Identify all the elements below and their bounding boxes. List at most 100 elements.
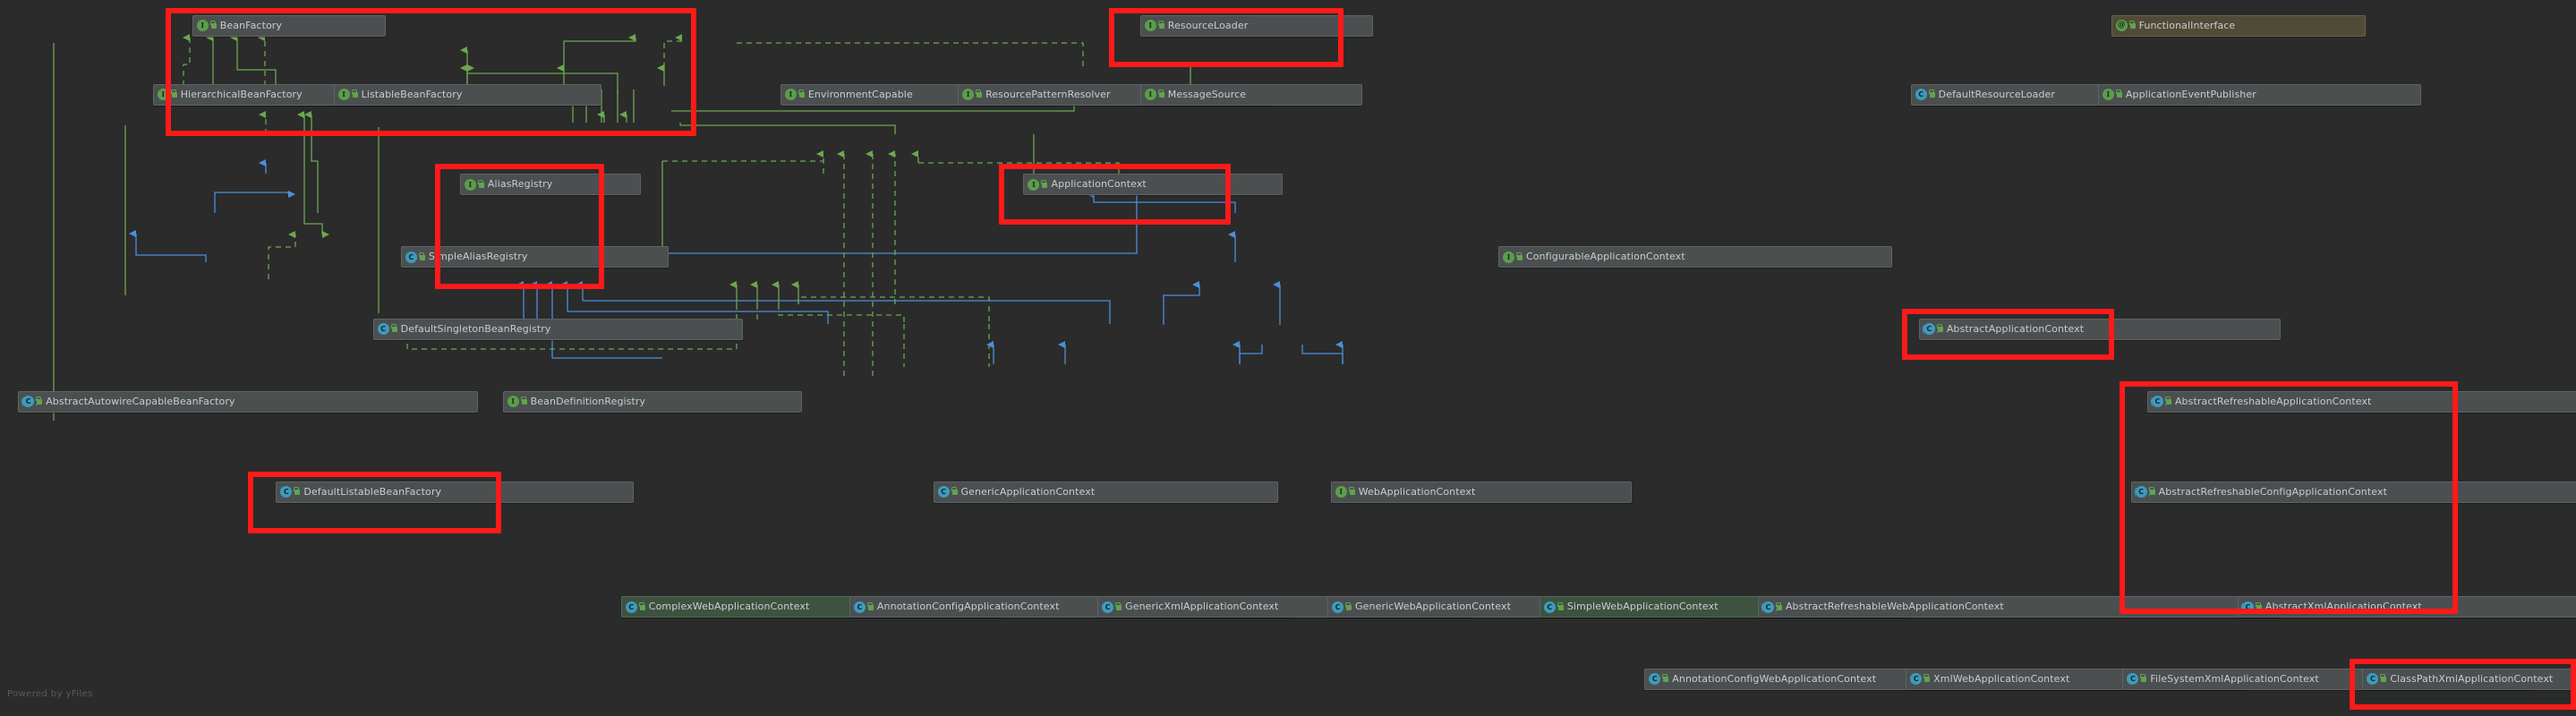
class-node-label: ClassPathXmlApplicationContext: [2390, 672, 2554, 685]
interface-icon: [507, 396, 519, 408]
class-node-label: HierarchicalBeanFactory: [180, 88, 303, 100]
class-node-label: BeanDefinitionRegistry: [530, 395, 646, 407]
class-node-AbstractRefreshableConfigApplicationContext[interactable]: AbstractRefreshableConfigApplicationCont…: [2130, 481, 2576, 503]
abstract-class-icon: [2134, 486, 2149, 499]
public-marker-icon: [2128, 20, 2137, 31]
public-marker-icon: [1157, 20, 1165, 31]
interface-icon: [2102, 89, 2114, 101]
public-marker-icon: [1114, 601, 1122, 613]
class-node-AbstractAutowireCapableBeanFactory[interactable]: AbstractAutowireCapableBeanFactory: [18, 390, 479, 413]
class-diagram-canvas[interactable]: BeanFactory HierarchicalBeanFactory Listab…: [0, 0, 2576, 716]
class-node-label: BeanFactory: [219, 19, 283, 31]
public-marker-icon: [1936, 323, 1944, 335]
public-marker-icon: [1344, 601, 1352, 613]
class-node-ClassPathXmlApplicationContext[interactable]: ClassPathXmlApplicationContext: [2362, 668, 2576, 690]
class-node-label: ResourcePatternResolver: [985, 88, 1111, 100]
public-marker-icon: [209, 20, 218, 31]
class-node-BeanFactory[interactable]: BeanFactory: [192, 14, 387, 37]
interface-icon: [1335, 486, 1347, 499]
class-icon: [2367, 673, 2379, 686]
class-node-DefaultListableBeanFactory[interactable]: DefaultListableBeanFactory: [276, 481, 635, 503]
class-icon: [377, 323, 389, 336]
class-icon: [1543, 601, 1556, 613]
interface-icon: [1144, 20, 1156, 31]
class-node-AbstractRefreshableWebApplicationContext[interactable]: AbstractRefreshableWebApplicationContext: [1757, 596, 2281, 618]
yfiles-watermark: Powered by yFiles: [7, 689, 93, 699]
public-marker-icon: [1661, 673, 1669, 685]
abstract-class-icon: [2150, 396, 2165, 408]
class-node-label: FunctionalInterface: [2138, 19, 2236, 31]
class-node-GenericApplicationContext[interactable]: GenericApplicationContext: [933, 481, 1278, 503]
public-marker-icon: [2139, 673, 2147, 685]
interface-icon: [464, 178, 476, 191]
class-node-AbstractXmlApplicationContext[interactable]: AbstractXmlApplicationContext: [2237, 596, 2576, 618]
public-marker-icon: [951, 486, 959, 498]
public-marker-icon: [1928, 89, 1936, 100]
interface-icon: [337, 89, 350, 101]
public-marker-icon: [975, 89, 983, 100]
public-marker-icon: [2148, 486, 2156, 498]
class-icon: [625, 601, 637, 613]
public-marker-icon: [1348, 486, 1356, 498]
public-marker-icon: [1040, 179, 1048, 191]
class-node-DefaultSingletonBeanRegistry[interactable]: DefaultSingletonBeanRegistry: [372, 318, 743, 340]
class-node-label: FileSystemXmlApplicationContext: [2150, 672, 2319, 685]
class-node-ApplicationContext[interactable]: ApplicationContext: [1023, 174, 1284, 196]
class-node-label: MessageSource: [1167, 88, 1247, 100]
class-icon: [1332, 601, 1344, 613]
interface-icon: [196, 20, 209, 31]
class-node-BeanDefinitionRegistry[interactable]: BeanDefinitionRegistry: [502, 390, 802, 413]
public-marker-icon: [390, 323, 398, 335]
class-icon: [1915, 89, 1927, 101]
public-marker-icon: [2255, 601, 2263, 613]
class-node-label: GenericXmlApplicationContext: [1125, 601, 1279, 613]
class-icon: [1649, 673, 1661, 686]
class-node-label: AnnotationConfigWebApplicationContext: [1672, 672, 1877, 685]
public-marker-icon: [1557, 601, 1565, 613]
class-node-AbstractRefreshableApplicationContext[interactable]: AbstractRefreshableApplicationContext: [2146, 390, 2576, 413]
class-icon: [405, 251, 417, 263]
class-node-label: AbstractApplicationContext: [1946, 322, 2085, 335]
class-icon: [1102, 601, 1114, 613]
class-node-label: GenericWebApplicationContext: [1355, 601, 1512, 613]
public-marker-icon: [1157, 89, 1165, 100]
class-node-label: SimpleAliasRegistry: [428, 251, 528, 263]
class-node-label: ApplicationEventPublisher: [2125, 88, 2256, 100]
class-node-ResourceLoader[interactable]: ResourceLoader: [1139, 14, 1374, 37]
annotation-icon: [2115, 20, 2128, 31]
public-marker-icon: [2115, 89, 2123, 100]
class-node-WebApplicationContext[interactable]: WebApplicationContext: [1330, 481, 1632, 503]
public-marker-icon: [1515, 251, 1523, 263]
class-node-SimpleAliasRegistry[interactable]: SimpleAliasRegistry: [400, 246, 670, 268]
class-node-label: ResourceLoader: [1167, 19, 1249, 31]
abstract-class-icon: [2240, 601, 2256, 613]
class-node-label: ListableBeanFactory: [361, 88, 463, 100]
public-marker-icon: [351, 89, 359, 100]
class-node-label: AliasRegistry: [487, 178, 553, 191]
class-node-label: AbstractRefreshableWebApplicationContext: [1785, 601, 2004, 613]
public-marker-icon: [477, 179, 485, 191]
class-node-AbstractApplicationContext[interactable]: AbstractApplicationContext: [1918, 318, 2281, 340]
class-node-label: AbstractRefreshableApplicationContext: [2174, 395, 2372, 407]
public-marker-icon: [2164, 396, 2172, 407]
class-icon: [2127, 673, 2139, 686]
class-icon: [937, 486, 950, 499]
interface-icon: [1028, 178, 1040, 191]
class-node-label: WebApplicationContext: [1358, 485, 1476, 498]
class-node-label: SimpleWebApplicationContext: [1566, 601, 1719, 613]
class-node-label: ApplicationContext: [1051, 178, 1147, 191]
class-node-label: GenericApplicationContext: [960, 485, 1096, 498]
class-node-FunctionalInterface[interactable]: FunctionalInterface: [2111, 14, 2367, 37]
public-marker-icon: [170, 89, 178, 100]
class-icon: [1910, 673, 1923, 686]
public-marker-icon: [418, 251, 426, 263]
class-node-ConfigurableApplicationContext[interactable]: ConfigurableApplicationContext: [1497, 246, 1893, 268]
class-icon: [280, 486, 293, 499]
public-marker-icon: [638, 601, 646, 613]
class-node-ListableBeanFactory[interactable]: ListableBeanFactory: [333, 83, 601, 106]
class-node-label: EnvironmentCapable: [807, 88, 913, 100]
class-node-AliasRegistry[interactable]: AliasRegistry: [459, 174, 641, 196]
class-node-MessageSource[interactable]: MessageSource: [1139, 83, 1362, 106]
class-node-ApplicationEventPublisher[interactable]: ApplicationEventPublisher: [2097, 83, 2422, 106]
public-marker-icon: [2379, 673, 2387, 685]
